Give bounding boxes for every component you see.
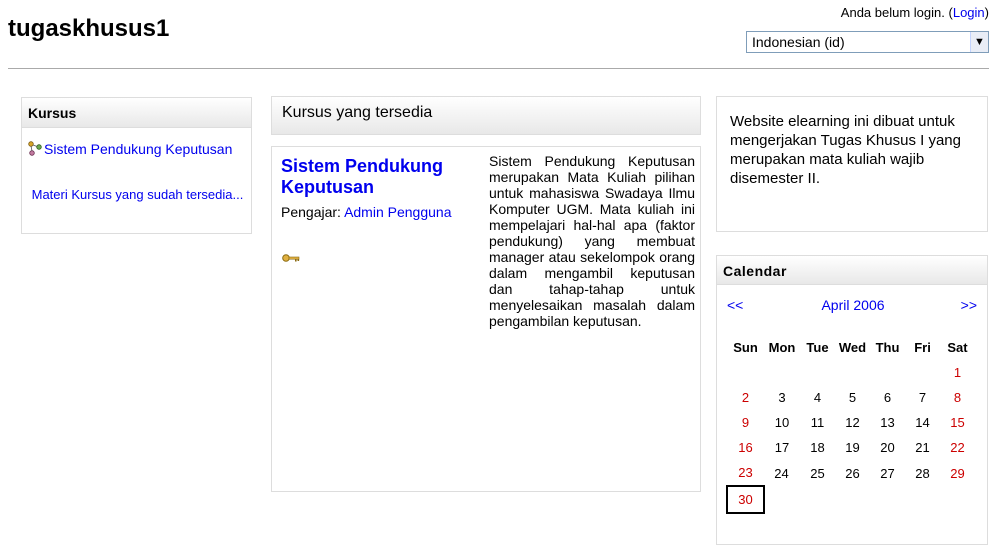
chevron-down-icon[interactable]: ▼ bbox=[970, 32, 988, 52]
weekday-header: Tue bbox=[806, 339, 829, 355]
course-info-box: Sistem Pendukung Keputusan Pengajar: Adm… bbox=[271, 146, 701, 492]
calendar-empty-cell bbox=[727, 360, 764, 385]
language-selected-value: Indonesian (id) bbox=[752, 34, 845, 50]
calendar-day[interactable]: 2 bbox=[727, 385, 764, 410]
weekday-header: Sat bbox=[947, 339, 968, 355]
calendar-empty-cell bbox=[870, 360, 905, 385]
calendar-day[interactable]: 24 bbox=[764, 460, 800, 486]
calendar-empty-cell bbox=[835, 360, 870, 385]
calendar-day[interactable]: 4 bbox=[800, 385, 835, 410]
calendar-day[interactable]: 5 bbox=[835, 385, 870, 410]
calendar-next-month[interactable]: >> bbox=[961, 297, 977, 313]
header-divider bbox=[8, 68, 989, 69]
calendar-day[interactable]: 22 bbox=[940, 435, 975, 460]
calendar-title: Calendar bbox=[717, 256, 987, 285]
calendar-empty-cell bbox=[905, 360, 940, 385]
calendar-day[interactable]: 17 bbox=[764, 435, 800, 460]
calendar-grid: Sun Mon Tue Wed Thu Fri Sat 1 2 3 4 5 6 7 8 9 10 11 12 13 1… bbox=[726, 334, 976, 514]
calendar-day[interactable]: 27 bbox=[870, 460, 905, 486]
available-courses-title: Kursus yang tersedia bbox=[271, 96, 701, 135]
calendar-day[interactable]: 28 bbox=[905, 460, 940, 486]
weekday-header: Sun bbox=[733, 339, 758, 355]
site-title: tugaskhusus1 bbox=[8, 15, 170, 42]
calendar-day[interactable]: 21 bbox=[905, 435, 940, 460]
course-link-spk[interactable]: Sistem Pendukung Keputusan bbox=[44, 140, 238, 158]
calendar-week-row: 2345678 bbox=[727, 385, 975, 410]
calendar-week-row: 9 10 11 12 13 14 15 bbox=[727, 410, 975, 435]
all-courses-link[interactable]: Materi Kursus yang sudah tersedia... bbox=[32, 187, 244, 202]
calendar-day[interactable]: 19 bbox=[835, 435, 870, 460]
login-paren-close: ) bbox=[984, 5, 989, 20]
calendar-day[interactable]: 9 bbox=[727, 410, 764, 435]
calendar-empty-cell bbox=[800, 486, 835, 513]
calendar-day[interactable]: 3 bbox=[764, 385, 800, 410]
login-link[interactable]: Login bbox=[953, 5, 985, 20]
site-description-block: Website elearning ini dibuat untuk menge… bbox=[716, 96, 988, 232]
calendar-week-row: 16 17 18 19 20 21 22 bbox=[727, 435, 975, 460]
weekday-header: Thu bbox=[875, 339, 900, 355]
teacher-link[interactable]: Admin Pengguna bbox=[344, 204, 451, 220]
calendar-empty-cell bbox=[764, 486, 800, 513]
course-icon bbox=[28, 141, 42, 156]
course-summary: Sistem Pendukung Keputusan merupakan Mat… bbox=[489, 153, 695, 329]
calendar-empty-cell bbox=[764, 360, 800, 385]
key-icon[interactable] bbox=[282, 253, 300, 263]
teacher-label: Pengajar: bbox=[281, 204, 341, 220]
calendar-day[interactable]: 16 bbox=[727, 435, 764, 460]
calendar-day[interactable]: 25 bbox=[800, 460, 835, 486]
calendar-day[interactable]: 1 bbox=[940, 360, 975, 385]
calendar-week-row: 23 24 25 26 27 28 29 bbox=[727, 460, 975, 486]
login-status-text: Anda belum login. bbox=[840, 5, 945, 20]
weekday-header: Mon bbox=[768, 339, 796, 355]
available-courses-block: Kursus yang tersedia Sistem Pendukung Ke… bbox=[271, 96, 701, 492]
calendar-block: Calendar << April 2006 >> Sun Mon Tue Wed Th… bbox=[716, 255, 988, 545]
calendar-month-link[interactable]: April 2006 bbox=[717, 297, 989, 313]
calendar-week-row: 1 bbox=[727, 360, 975, 385]
calendar-day[interactable]: 6 bbox=[870, 385, 905, 410]
calendar-day[interactable]: 23 bbox=[727, 460, 764, 486]
calendar-day[interactable]: 8 bbox=[940, 385, 975, 410]
calendar-day[interactable]: 20 bbox=[870, 435, 905, 460]
calendar-empty-cell bbox=[940, 486, 975, 513]
calendar-day[interactable]: 14 bbox=[905, 410, 940, 435]
site-description: Website elearning ini dibuat untuk menge… bbox=[730, 113, 961, 187]
language-select[interactable]: Indonesian (id) ▼ bbox=[746, 31, 989, 53]
calendar-day[interactable]: 30 bbox=[726, 485, 765, 514]
course-teacher: Pengajar: Admin Pengguna bbox=[281, 203, 471, 222]
courses-block: Kursus Sistem Pendukung Keputusan Materi… bbox=[21, 97, 252, 234]
calendar-day[interactable]: 29 bbox=[940, 460, 975, 486]
calendar-empty-cell bbox=[905, 486, 940, 513]
courses-block-title: Kursus bbox=[22, 98, 251, 128]
login-info: Anda belum login. (Login) bbox=[841, 5, 989, 20]
calendar-day[interactable]: 15 bbox=[940, 410, 975, 435]
calendar-empty-cell bbox=[835, 486, 870, 513]
calendar-empty-cell bbox=[870, 486, 905, 513]
course-list-item: Sistem Pendukung Keputusan bbox=[28, 140, 238, 158]
calendar-day[interactable]: 13 bbox=[870, 410, 905, 435]
weekday-header: Wed bbox=[838, 339, 867, 355]
weekday-header: Fri bbox=[914, 339, 931, 355]
calendar-day[interactable]: 7 bbox=[905, 385, 940, 410]
calendar-week-row: 30 bbox=[726, 485, 975, 514]
calendar-day[interactable]: 26 bbox=[835, 460, 870, 486]
calendar-day[interactable]: 18 bbox=[800, 435, 835, 460]
course-title-link[interactable]: Sistem Pendukung Keputusan bbox=[281, 156, 481, 198]
calendar-day[interactable]: 10 bbox=[764, 410, 800, 435]
calendar-day[interactable]: 11 bbox=[800, 410, 835, 435]
calendar-day[interactable]: 12 bbox=[835, 410, 870, 435]
calendar-empty-cell bbox=[800, 360, 835, 385]
